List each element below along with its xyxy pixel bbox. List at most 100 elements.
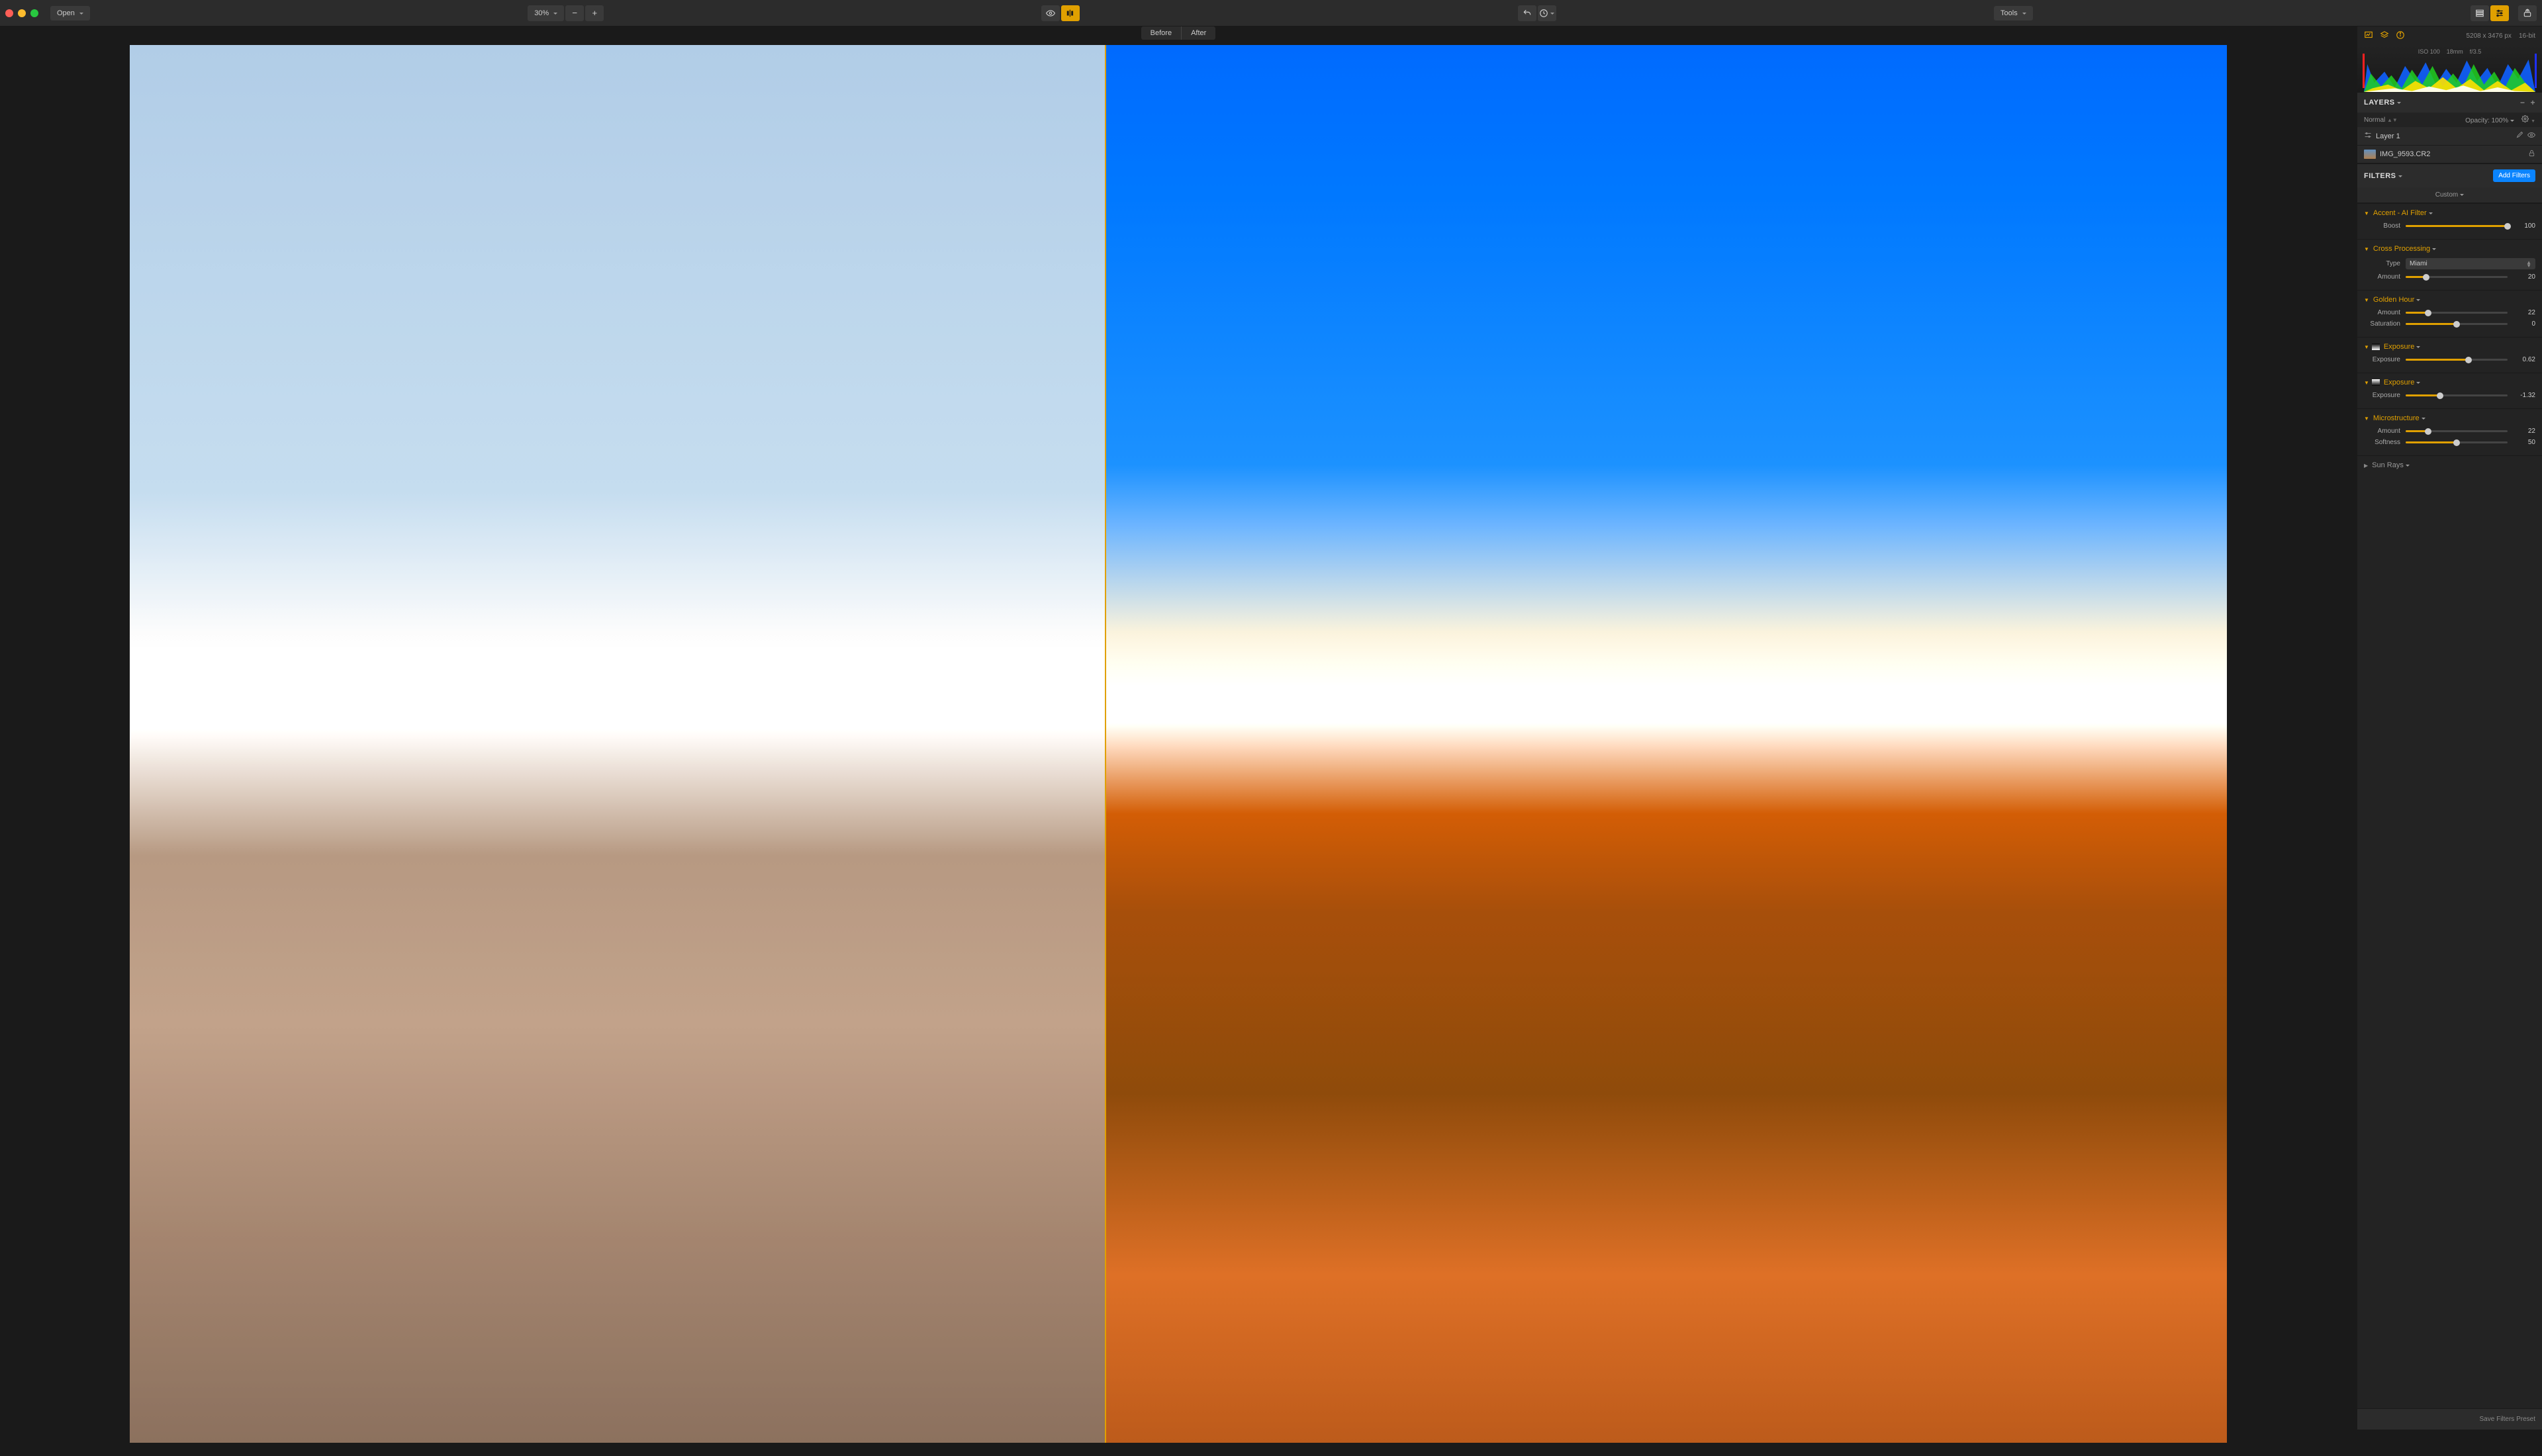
layers-collapse[interactable]: − <box>2520 98 2525 107</box>
control-label: Saturation <box>2364 320 2400 328</box>
minimize-window[interactable] <box>18 9 26 17</box>
layers-title[interactable]: LAYERS <box>2364 99 2401 107</box>
filter-title[interactable]: ▼Golden Hour <box>2364 296 2535 304</box>
slider-thumb[interactable] <box>2437 392 2443 399</box>
after-label: After <box>1182 26 1215 40</box>
histo-iso: ISO 100 <box>2418 48 2440 55</box>
image-preview[interactable] <box>130 45 2227 1443</box>
opacity-value[interactable]: 100% <box>2492 117 2515 124</box>
shadow-clip-indicator <box>2363 54 2365 88</box>
slider-thumb[interactable] <box>2465 357 2472 363</box>
filter-name: Cross Processing <box>2373 245 2436 253</box>
filter-title[interactable]: ▶Sun Rays <box>2364 461 2535 469</box>
control-value: 0 <box>2513 320 2535 328</box>
presets-panel-button[interactable] <box>2471 5 2489 21</box>
slider-track[interactable] <box>2406 359 2508 361</box>
slider-track[interactable] <box>2406 276 2508 278</box>
control-label: Boost <box>2364 222 2400 230</box>
filter-name: Accent - AI Filter <box>2373 209 2433 217</box>
side-panel: 5208 x 3476 px 16-bit ISO 100 18mm f/3.5 <box>2357 26 2542 1430</box>
slider-track[interactable] <box>2406 394 2508 396</box>
filter-block: ▼ Accent - AI Filter Boost100 <box>2357 203 2542 239</box>
slider-track[interactable] <box>2406 225 2508 227</box>
layer-name: IMG_9593.CR2 <box>2380 150 2524 158</box>
zoom-out-button[interactable]: − <box>565 5 584 21</box>
layer-name: Layer 1 <box>2376 132 2512 140</box>
presets-icon <box>2475 9 2484 18</box>
highlight-clip-indicator <box>2535 54 2537 88</box>
filters-title[interactable]: FILTERS <box>2364 172 2402 180</box>
slider-control: Amount 22 <box>2364 428 2535 435</box>
layer-thumbnail <box>2364 150 2376 159</box>
slider-thumb[interactable] <box>2423 274 2429 281</box>
slider-thumb[interactable] <box>2504 223 2511 230</box>
slider-control: Boost100 <box>2364 222 2535 230</box>
histogram[interactable]: ISO 100 18mm f/3.5 <box>2357 46 2542 92</box>
open-button[interactable]: Open <box>50 6 90 21</box>
slider-thumb[interactable] <box>2425 428 2431 435</box>
filter-name: Golden Hour <box>2373 296 2420 304</box>
compare-button[interactable] <box>1061 5 1080 21</box>
control-value: 50 <box>2513 439 2535 446</box>
control-value: -1.32 <box>2513 392 2535 399</box>
opacity-label: Opacity: <box>2465 117 2490 124</box>
slider-track[interactable] <box>2406 323 2508 325</box>
preview-button[interactable] <box>1041 5 1060 21</box>
layer-settings-icon[interactable] <box>2521 117 2531 124</box>
close-window[interactable] <box>5 9 13 17</box>
toolbar: Open 30% − + Tools <box>0 0 2542 26</box>
chevron-down-icon: ▶ <box>2364 463 2368 469</box>
sliders-icon <box>2495 9 2504 18</box>
window-controls <box>5 9 38 17</box>
save-preset-button[interactable]: Save Filters Preset <box>2357 1408 2542 1430</box>
add-filters-button[interactable]: Add Filters <box>2493 169 2535 182</box>
brush-icon[interactable] <box>2516 131 2523 141</box>
undo-button[interactable] <box>1518 5 1536 21</box>
control-label: Amount <box>2364 428 2400 435</box>
history-button[interactable] <box>1538 5 1556 21</box>
compare-divider[interactable] <box>1105 45 1106 1443</box>
share-button[interactable] <box>2518 5 2537 21</box>
slider-thumb[interactable] <box>2425 310 2431 316</box>
control-value: 22 <box>2513 428 2535 435</box>
chevron-down-icon: ▼ <box>2364 344 2369 350</box>
filter-title[interactable]: ▼Microstructure <box>2364 414 2535 422</box>
histo-aperture: f/3.5 <box>2470 48 2482 55</box>
side-panel-button[interactable] <box>2490 5 2509 21</box>
history-icon <box>1539 9 1548 18</box>
histogram-tab-icon[interactable] <box>2364 30 2373 42</box>
slider-track[interactable] <box>2406 430 2508 432</box>
filter-title[interactable]: ▼Exposure <box>2364 343 2535 351</box>
slider-thumb[interactable] <box>2453 439 2460 446</box>
slider-thumb[interactable] <box>2453 321 2460 328</box>
preset-dropdown[interactable]: Custom <box>2357 187 2542 203</box>
maximize-window[interactable] <box>30 9 38 17</box>
zoom-in-button[interactable]: + <box>585 5 604 21</box>
layers-add[interactable]: + <box>2530 98 2535 107</box>
layers-tab-icon[interactable] <box>2380 30 2389 42</box>
filter-title[interactable]: ▼Exposure <box>2364 379 2535 387</box>
undo-icon <box>1523 9 1532 18</box>
layer-row[interactable]: IMG_9593.CR2 <box>2357 146 2542 163</box>
filter-swatch <box>2372 343 2380 350</box>
type-select[interactable]: Miami▲▼ <box>2406 258 2535 269</box>
blend-mode-select[interactable]: Normal <box>2364 116 2385 124</box>
before-label: Before <box>1141 26 1182 40</box>
adjustment-layer-icon <box>2364 131 2372 141</box>
chevron-down-icon: ▼ <box>2364 210 2369 216</box>
layer-row[interactable]: Layer 1 <box>2357 127 2542 146</box>
filter-swatch <box>2372 379 2380 386</box>
zoom-dropdown[interactable]: 30% <box>528 5 564 21</box>
slider-track[interactable] <box>2406 441 2508 443</box>
control-label: Softness <box>2364 439 2400 446</box>
visibility-icon[interactable] <box>2527 131 2535 141</box>
filter-title[interactable]: ▼ Accent - AI Filter <box>2364 209 2535 217</box>
share-icon <box>2523 9 2532 18</box>
control-value: 20 <box>2513 273 2535 281</box>
tools-dropdown[interactable]: Tools <box>1994 6 2033 21</box>
filter-title[interactable]: ▼Cross Processing <box>2364 245 2535 253</box>
slider-track[interactable] <box>2406 312 2508 314</box>
info-tab-icon[interactable] <box>2396 30 2405 42</box>
control-label: Exposure <box>2364 356 2400 363</box>
lock-icon[interactable] <box>2528 150 2535 159</box>
